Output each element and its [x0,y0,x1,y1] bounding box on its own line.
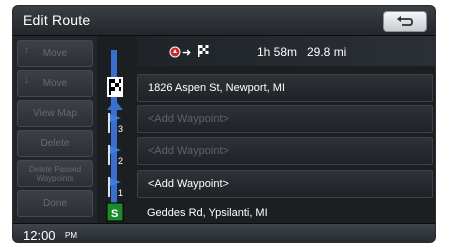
clock-ampm: PM [65,231,77,240]
direction-arrow-icon [107,100,123,110]
route-list: ➜ 1h 58m 29.8 mi 1826 Aspen St, Newport,… [137,36,435,223]
move-down-label: Move [42,78,68,89]
row-label: <Add Waypoint> [148,145,229,157]
right-arrow-icon: ➜ [182,47,192,59]
route-row-waypoint-1[interactable]: <Add Waypoint> [137,170,433,198]
arrow-up-icon: ↑ [24,45,29,56]
status-bar: 12:00 PM [13,223,435,243]
row-label: <Add Waypoint> [148,113,229,125]
done-label: Done [43,198,67,209]
back-button[interactable] [383,11,427,32]
move-up-button[interactable]: ↑ Move [17,40,93,67]
page-title: Edit Route [23,12,91,28]
start-s-icon: S [106,202,124,222]
delete-button[interactable]: Delete [17,130,93,157]
route-row-destination[interactable]: 1826 Aspen St, Newport, MI [137,74,433,102]
route-summary: ➜ 1h 58m 29.8 mi [137,36,435,66]
delete-label: Delete [40,138,70,149]
route-row-waypoint-3[interactable]: <Add Waypoint> [137,105,433,133]
svg-text:1: 1 [118,188,123,198]
waypoint-3-icon: 3 [108,113,123,134]
route-time: 1h 58m [257,45,298,59]
svg-text:3: 3 [118,124,123,134]
checkered-flag-icon [198,45,209,57]
svg-text:S: S [111,208,118,220]
view-map-button[interactable]: View Map [17,100,93,127]
waypoint-1-icon: 1 [108,177,123,198]
row-label: 1826 Aspen St, Newport, MI [148,82,285,94]
route-icon-column: 3 2 1 S [99,36,135,223]
row-label: Geddes Rd, Ypsilanti, MI [147,207,268,219]
arrow-down-icon: ↓ [24,75,29,86]
delete-passed-waypoints-button[interactable]: Delete Passed Waypoints [17,160,93,187]
left-button-column: ↑ Move ↓ Move View Map Delete Delete Pas… [13,36,97,223]
clock-time: 12:00 [23,228,56,243]
back-arrow-icon [397,15,413,26]
view-map-label: View Map [33,108,77,119]
route-distance: 29.8 mi [307,45,347,59]
move-up-label: Move [42,48,68,59]
move-down-button[interactable]: ↓ Move [17,70,93,97]
navigation-screen: Edit Route ↑ Move ↓ Move View Map Delete… [12,5,436,243]
waypoint-2-icon: 2 [108,145,123,166]
svg-text:2: 2 [118,156,123,166]
row-label: <Add Waypoint> [148,178,229,190]
done-button[interactable]: Done [17,190,93,217]
destination-flag-icon [107,77,123,97]
delete-passed-waypoints-label: Delete Passed Waypoints [28,164,82,183]
start-point-icon [169,46,181,58]
route-row-waypoint-2[interactable]: <Add Waypoint> [137,137,433,165]
title-bar: Edit Route [13,6,435,36]
